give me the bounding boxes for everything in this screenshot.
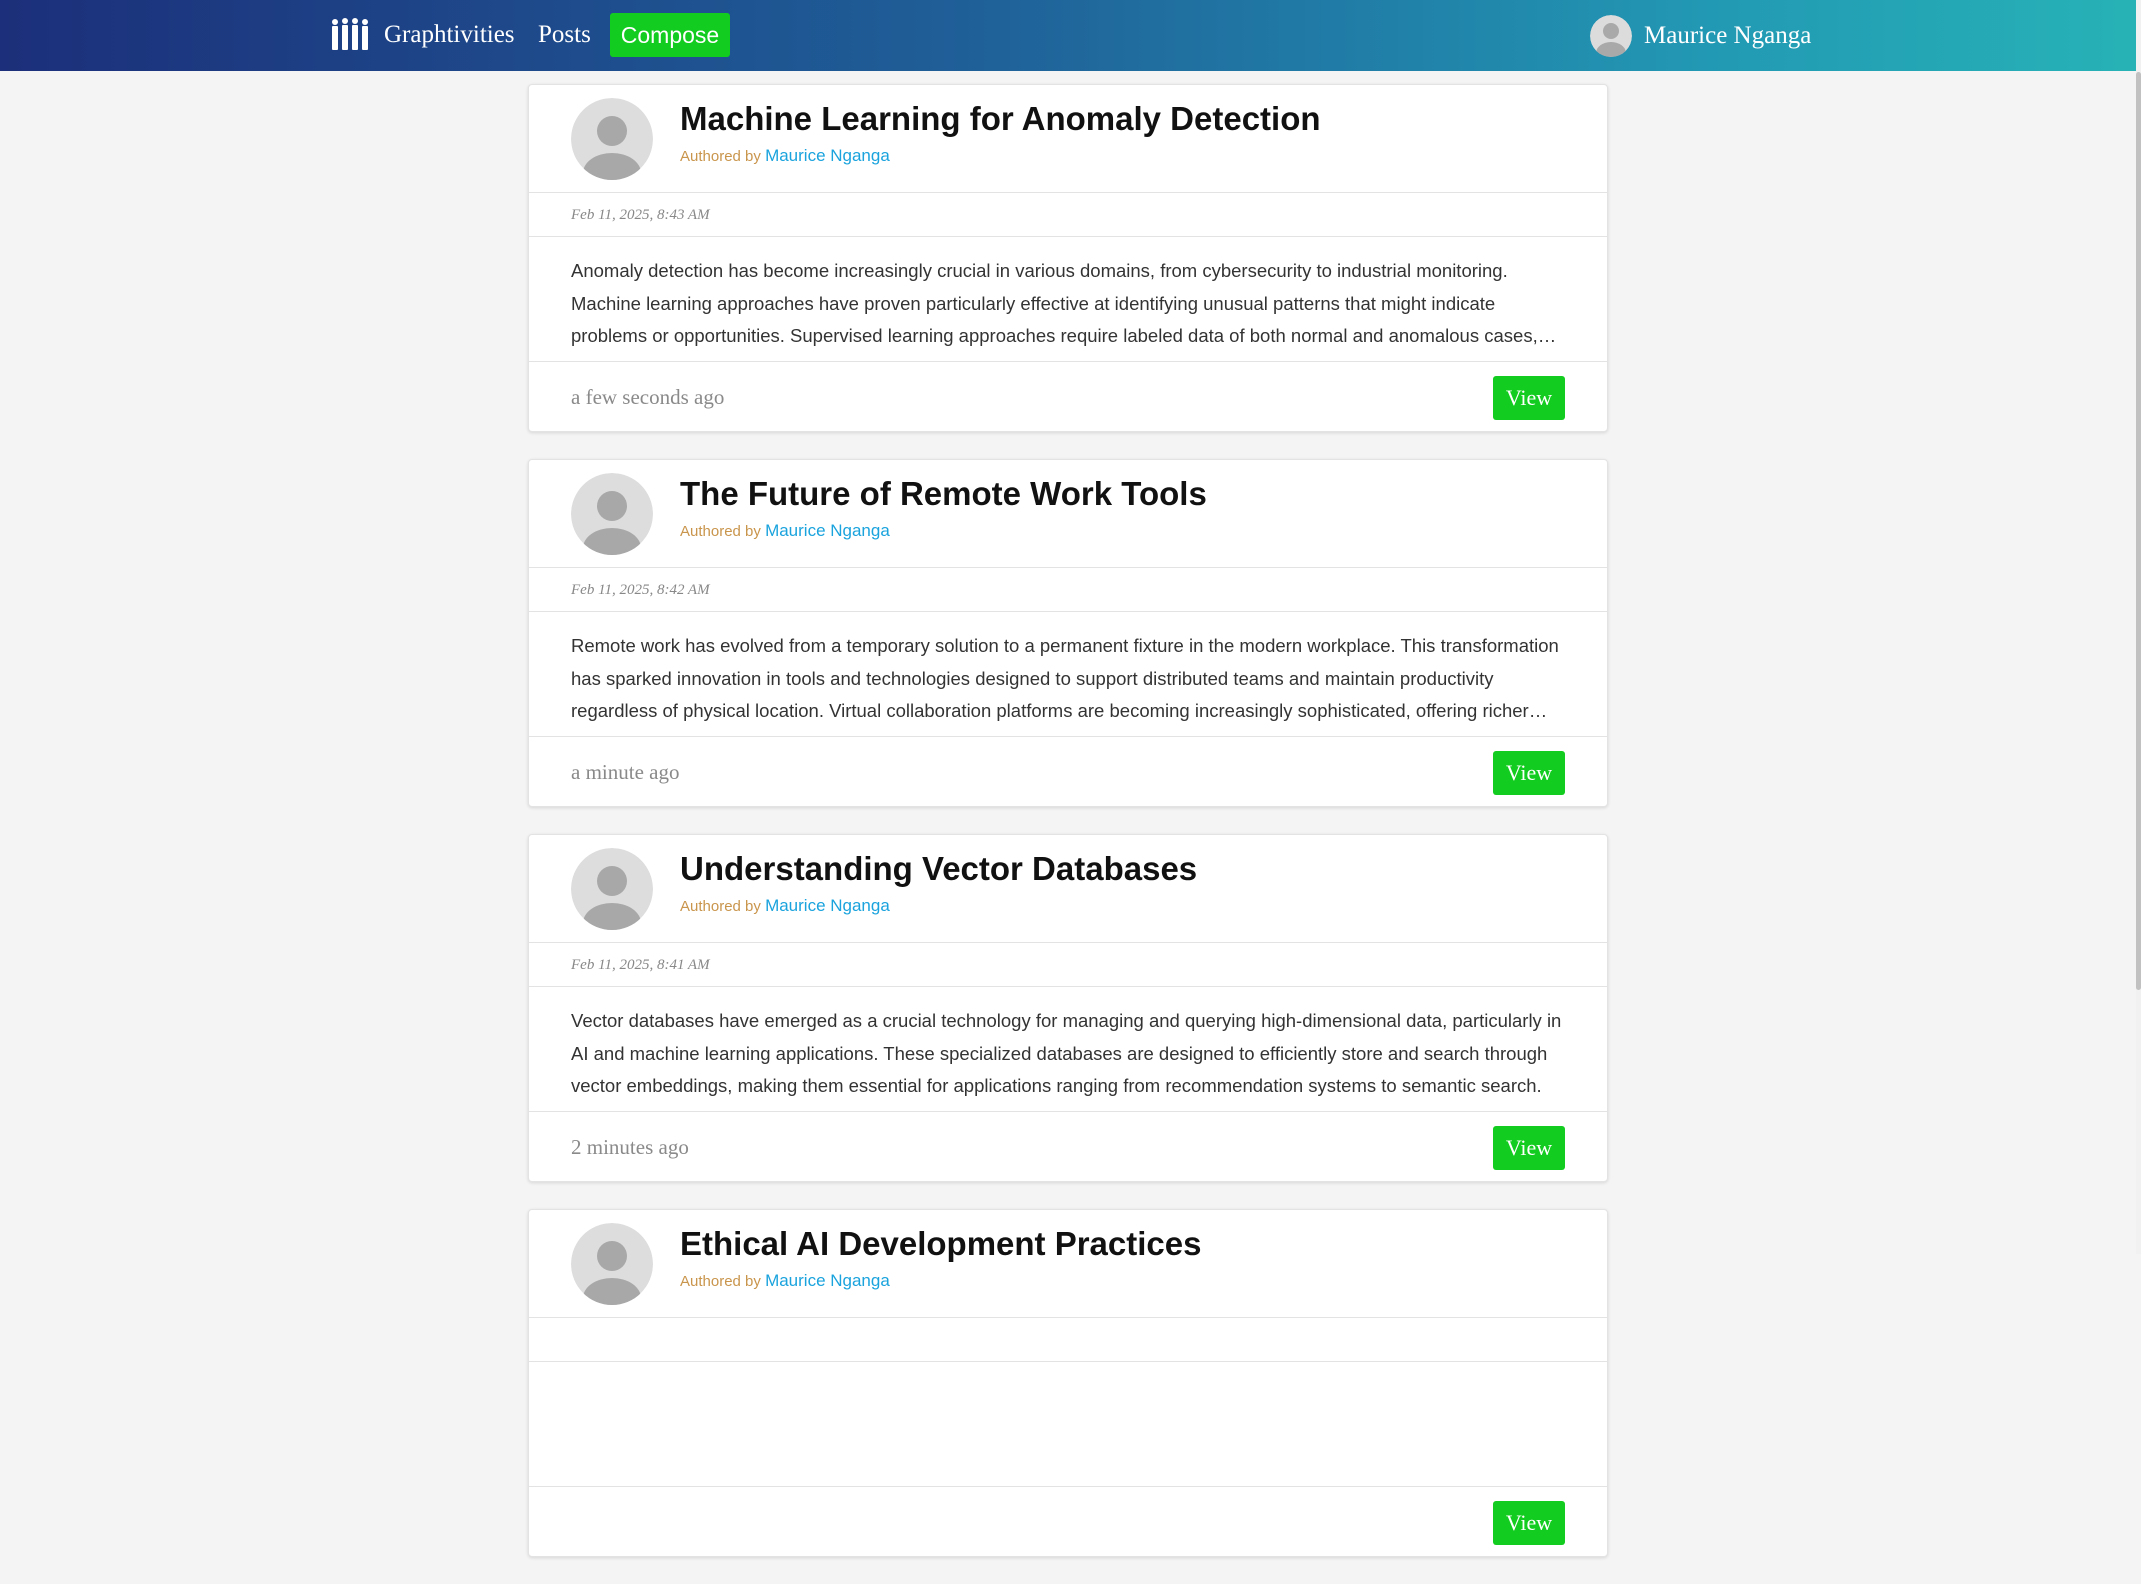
- user-name: Maurice Nganga: [1644, 22, 1812, 49]
- post-header: Ethical AI Development Practices Authore…: [529, 1210, 1607, 1318]
- post-excerpt: [571, 1380, 1571, 1479]
- view-post-button[interactable]: View: [1493, 1501, 1565, 1545]
- brand-name: Graphtivities: [384, 21, 515, 48]
- post-relative-time: 2 minutes ago: [571, 1135, 689, 1159]
- post-date: [529, 1318, 1607, 1362]
- top-navbar: Graphtivities Posts Compose Maurice Ngan…: [0, 0, 2141, 71]
- post-byline: Authored by Maurice Nganga: [680, 145, 890, 168]
- author-link[interactable]: Maurice Nganga: [765, 146, 890, 165]
- post-footer: 2 minutes ago View: [529, 1111, 1607, 1181]
- user-avatar-icon: [1590, 15, 1632, 57]
- post-card: Machine Learning for Anomaly Detection A…: [528, 84, 1608, 432]
- nav-posts-link[interactable]: Posts: [538, 18, 591, 52]
- byline-prefix: Authored by: [680, 1273, 761, 1290]
- bar-chart-people-icon: [330, 18, 370, 52]
- post-card: The Future of Remote Work Tools Authored…: [528, 459, 1608, 807]
- scrollbar-thumb[interactable]: [2136, 72, 2141, 990]
- author-avatar-icon: [571, 848, 653, 930]
- brand-link[interactable]: Graphtivities: [330, 17, 515, 53]
- author-avatar-icon: [571, 473, 653, 555]
- post-excerpt: Anomaly detection has become increasingl…: [571, 260, 1538, 346]
- post-relative-time: a few seconds ago: [571, 385, 725, 409]
- post-footer: View: [529, 1486, 1607, 1556]
- view-post-button[interactable]: View: [1493, 1126, 1565, 1170]
- author-link[interactable]: Maurice Nganga: [765, 896, 890, 915]
- view-post-button[interactable]: View: [1493, 751, 1565, 795]
- navbar-inner: Graphtivities Posts Compose Maurice Ngan…: [0, 0, 2141, 71]
- post-title[interactable]: Understanding Vector Databases: [680, 847, 1197, 891]
- post-title[interactable]: Ethical AI Development Practices: [680, 1222, 1201, 1266]
- post-byline: Authored by Maurice Nganga: [680, 1270, 890, 1293]
- compose-button[interactable]: Compose: [610, 13, 730, 57]
- author-avatar-icon: [571, 98, 653, 180]
- byline-prefix: Authored by: [680, 148, 761, 165]
- page-scrollbar[interactable]: [2136, 0, 2141, 1254]
- post-footer: a minute ago View: [529, 736, 1607, 806]
- post-card: Ethical AI Development Practices Authore…: [528, 1209, 1608, 1557]
- post-date: Feb 11, 2025, 8:42 AM: [529, 568, 1607, 612]
- post-excerpt: Vector databases have emerged as a cruci…: [571, 1010, 1562, 1096]
- post-header: The Future of Remote Work Tools Authored…: [529, 460, 1607, 568]
- post-header: Understanding Vector Databases Authored …: [529, 835, 1607, 943]
- post-feed: Machine Learning for Anomaly Detection A…: [528, 84, 1608, 1584]
- byline-prefix: Authored by: [680, 523, 761, 540]
- user-menu[interactable]: Maurice Nganga: [1590, 15, 1811, 57]
- post-date: Feb 11, 2025, 8:41 AM: [529, 943, 1607, 987]
- post-card: Understanding Vector Databases Authored …: [528, 834, 1608, 1182]
- post-date: Feb 11, 2025, 8:43 AM: [529, 193, 1607, 237]
- view-post-button[interactable]: View: [1493, 376, 1565, 420]
- post-excerpt: Remote work has evolved from a temporary…: [571, 635, 1559, 721]
- byline-prefix: Authored by: [680, 898, 761, 915]
- post-relative-time: a minute ago: [571, 760, 680, 784]
- post-footer: a few seconds ago View: [529, 361, 1607, 431]
- post-byline: Authored by Maurice Nganga: [680, 520, 890, 543]
- post-title[interactable]: The Future of Remote Work Tools: [680, 472, 1207, 516]
- post-title[interactable]: Machine Learning for Anomaly Detection: [680, 97, 1321, 141]
- post-header: Machine Learning for Anomaly Detection A…: [529, 85, 1607, 193]
- author-link[interactable]: Maurice Nganga: [765, 521, 890, 540]
- author-avatar-icon: [571, 1223, 653, 1305]
- post-byline: Authored by Maurice Nganga: [680, 895, 890, 918]
- author-link[interactable]: Maurice Nganga: [765, 1271, 890, 1290]
